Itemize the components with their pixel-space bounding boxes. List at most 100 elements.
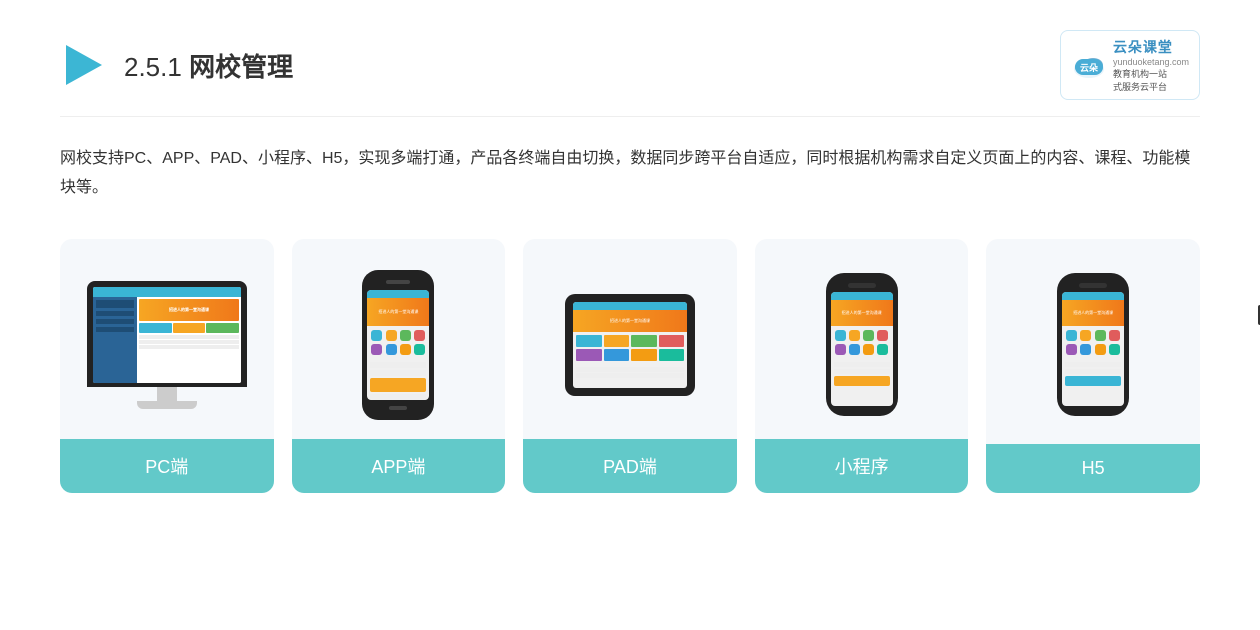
- mini-banner: 招进人的第一堂沟通课: [831, 300, 893, 326]
- h5-banner-text: 招进人的第一堂沟通课: [1073, 310, 1113, 316]
- ai2: [386, 330, 397, 341]
- mini-icon-grid: [831, 326, 893, 359]
- mi2: [849, 330, 860, 341]
- r3: [139, 345, 239, 349]
- h5r3: [1065, 376, 1121, 386]
- ai5: [371, 344, 382, 355]
- pad-mockup: 招进人的第一堂沟通课: [565, 294, 695, 396]
- phone-notch: [848, 283, 876, 288]
- pad-rows: [573, 364, 687, 381]
- pad-outer: 招进人的第一堂沟通课: [565, 294, 695, 396]
- app-banner-text: 招进人的第一堂沟通课: [378, 309, 418, 315]
- pr2: [576, 373, 684, 378]
- g3: [206, 323, 239, 333]
- h5i7: [1095, 344, 1106, 355]
- pc-banner: 招进人的第一堂沟通课: [139, 299, 239, 321]
- pg3: [631, 335, 657, 347]
- h5i1: [1066, 330, 1077, 341]
- cloud-icon: 云朵: [1071, 51, 1107, 79]
- ar1: [370, 362, 426, 368]
- s1: [96, 300, 134, 308]
- card-image-h5: 招进人的第一堂沟通课: [986, 239, 1200, 439]
- card-label-pad: PAD端: [523, 439, 737, 493]
- mini-rows: [831, 359, 893, 389]
- pad-header: [573, 302, 687, 310]
- phone-mini-mockup: 招进人的第一堂沟通课: [826, 273, 898, 416]
- mini-banner-text: 招进人的第一堂沟通课: [842, 310, 882, 316]
- pc-header-bar: [93, 287, 241, 297]
- ar3: [370, 378, 426, 392]
- pg4: [659, 335, 685, 347]
- ar4: [370, 394, 426, 400]
- h5i8: [1109, 344, 1120, 355]
- phone-h5-screen: 招进人的第一堂沟通课: [1062, 292, 1124, 406]
- mi8: [877, 344, 888, 355]
- h5i2: [1080, 330, 1091, 341]
- minir3: [834, 376, 890, 386]
- card-image-app: 招进人的第一堂沟通课: [292, 239, 506, 439]
- pr1: [576, 367, 684, 372]
- card-label-app: APP端: [292, 439, 506, 493]
- title-main: 网校管理: [189, 52, 293, 82]
- pg2: [604, 335, 630, 347]
- ai3: [400, 330, 411, 341]
- pg1: [576, 335, 602, 347]
- logo-tagline-top: 教育机构一站: [1113, 67, 1189, 80]
- pc-grid: [139, 323, 239, 333]
- ai6: [386, 344, 397, 355]
- h5-rows: [1062, 359, 1124, 389]
- minir1: [834, 362, 890, 367]
- phone-app-outer: 招进人的第一堂沟通课: [362, 270, 434, 420]
- pg6: [604, 349, 630, 361]
- logo-tagline-bottom: 式服务云平台: [1113, 80, 1189, 93]
- h5-top-bar: [1062, 292, 1124, 300]
- page-header: 2.5.1 网校管理 云朵 云朵课堂 yunduoketang.com 教育机: [60, 30, 1200, 117]
- phone-app-mockup: 招进人的第一堂沟通课: [362, 270, 434, 420]
- ai4: [414, 330, 425, 341]
- g2: [173, 323, 206, 333]
- page-title: 2.5.1 网校管理: [124, 47, 293, 84]
- play-icon: [60, 41, 108, 89]
- card-pad: 招进人的第一堂沟通课: [523, 239, 737, 493]
- pad-banner-text: 招进人的第一堂沟通课: [610, 318, 650, 324]
- svg-text:云朵: 云朵: [1080, 63, 1099, 73]
- pc-banner-text: 招进人的第一堂沟通课: [169, 307, 209, 313]
- monitor-outer: 招进人的第一堂沟通课: [87, 281, 247, 387]
- app-rows: [367, 359, 429, 400]
- monitor-mockup: 招进人的第一堂沟通课: [87, 281, 247, 409]
- h5i5: [1066, 344, 1077, 355]
- pg7: [631, 349, 657, 361]
- h5i4: [1109, 330, 1120, 341]
- card-app: 招进人的第一堂沟通课: [292, 239, 506, 493]
- mini-top-bar: [831, 292, 893, 300]
- phone-app-screen: 招进人的第一堂沟通课: [367, 290, 429, 400]
- h5-icon-grid: [1062, 326, 1124, 359]
- mi5: [835, 344, 846, 355]
- minir2: [834, 369, 890, 374]
- h5r2: [1065, 369, 1121, 374]
- ai1: [371, 330, 382, 341]
- s2: [96, 311, 134, 316]
- mi1: [835, 330, 846, 341]
- pc-sidebar: [93, 297, 137, 383]
- h5i6: [1080, 344, 1091, 355]
- title-prefix: 2.5.1: [124, 52, 189, 82]
- mi6: [849, 344, 860, 355]
- pc-body: 招进人的第一堂沟通课: [93, 297, 241, 383]
- monitor-neck: [157, 387, 177, 401]
- g1: [139, 323, 172, 333]
- s3: [96, 319, 134, 324]
- card-image-miniprogram: 招进人的第一堂沟通课: [755, 239, 969, 439]
- page-wrapper: 2.5.1 网校管理 云朵 云朵课堂 yunduoketang.com 教育机: [0, 0, 1260, 630]
- monitor-base: [137, 401, 197, 409]
- r2: [139, 340, 239, 344]
- pc-main: 招进人的第一堂沟通课: [137, 297, 241, 383]
- pc-screen-content: 招进人的第一堂沟通课: [93, 287, 241, 383]
- ai8: [414, 344, 425, 355]
- pg5: [576, 349, 602, 361]
- mi7: [863, 344, 874, 355]
- description-text: 网校支持PC、APP、PAD、小程序、H5，实现多端打通，产品各终端自由切换，数…: [60, 145, 1200, 203]
- mi4: [877, 330, 888, 341]
- ai7: [400, 344, 411, 355]
- phone-home-btn: [389, 406, 407, 410]
